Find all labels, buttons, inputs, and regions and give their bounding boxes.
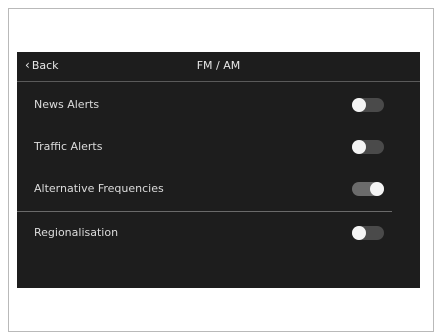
- toggle-knob: [352, 140, 366, 154]
- setting-label: Regionalisation: [34, 226, 119, 239]
- toggle-knob: [352, 98, 366, 112]
- header-bar: ‹ Back FM / AM: [17, 52, 420, 82]
- regionalisation-toggle[interactable]: [352, 226, 384, 240]
- alternative-frequencies-toggle[interactable]: [352, 182, 384, 196]
- toggle-knob: [370, 182, 384, 196]
- setting-row-regionalisation: Regionalisation: [17, 212, 392, 254]
- setting-label: News Alerts: [34, 98, 100, 111]
- traffic-alerts-toggle[interactable]: [352, 140, 384, 154]
- radio-settings-screen: ‹ Back FM / AM News Alerts Traffic Alert…: [17, 52, 420, 288]
- setting-label: Alternative Frequencies: [34, 182, 164, 195]
- setting-row-traffic-alerts: Traffic Alerts: [17, 126, 392, 168]
- news-alerts-toggle[interactable]: [352, 98, 384, 112]
- page-title: FM / AM: [196, 59, 241, 72]
- toggle-knob: [352, 226, 366, 240]
- setting-row-alternative-frequencies: Alternative Frequencies: [17, 168, 392, 210]
- setting-label: Traffic Alerts: [34, 140, 103, 153]
- setting-row-news-alerts: News Alerts: [17, 84, 392, 126]
